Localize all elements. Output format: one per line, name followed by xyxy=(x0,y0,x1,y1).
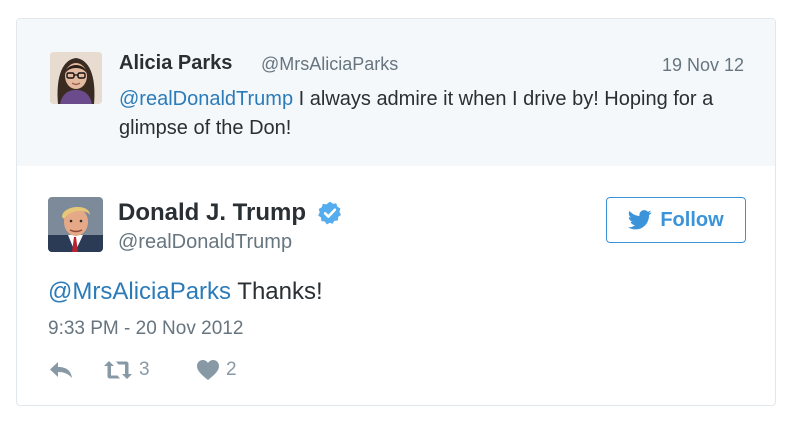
retweet-icon xyxy=(104,361,132,379)
retweet-count: 3 xyxy=(139,359,150,380)
like-button[interactable]: 2 xyxy=(196,359,237,381)
parent-tweet[interactable]: Alicia Parks @MrsAliciaParks 19 Nov 12 @… xyxy=(17,19,775,166)
tweet-body: Thanks! xyxy=(231,278,323,305)
tweet-timestamp[interactable]: 9:33 PM - 20 Nov 2012 xyxy=(48,318,243,340)
parent-author-handle[interactable]: @MrsAliciaParks xyxy=(261,54,398,75)
parent-author-name[interactable]: Alicia Parks xyxy=(119,52,232,75)
tweet-mention-link[interactable]: @MrsAliciaParks xyxy=(48,278,231,305)
tweet-text: @MrsAliciaParks Thanks! xyxy=(48,278,323,306)
like-count: 2 xyxy=(226,359,237,380)
bird-icon xyxy=(628,210,652,230)
reply-button[interactable] xyxy=(48,359,74,381)
retweet-button[interactable]: 3 xyxy=(103,359,150,381)
author-handle[interactable]: @realDonaldTrump xyxy=(118,231,292,254)
reply-icon xyxy=(50,362,72,378)
parent-mention-link[interactable]: @realDonaldTrump xyxy=(119,88,293,110)
tweet-card: Alicia Parks @MrsAliciaParks 19 Nov 12 @… xyxy=(16,18,776,406)
follow-label: Follow xyxy=(660,208,724,231)
author-name[interactable]: Donald J. Trump xyxy=(118,199,306,227)
heart-icon xyxy=(197,360,219,380)
parent-tweet-text: @realDonaldTrump I always admire it when… xyxy=(119,85,744,143)
parent-avatar[interactable] xyxy=(50,52,102,104)
follow-button[interactable]: Follow xyxy=(606,197,746,243)
parent-tweet-date[interactable]: 19 Nov 12 xyxy=(662,55,744,76)
verified-badge-icon xyxy=(317,200,343,226)
author-avatar[interactable] xyxy=(48,197,103,252)
